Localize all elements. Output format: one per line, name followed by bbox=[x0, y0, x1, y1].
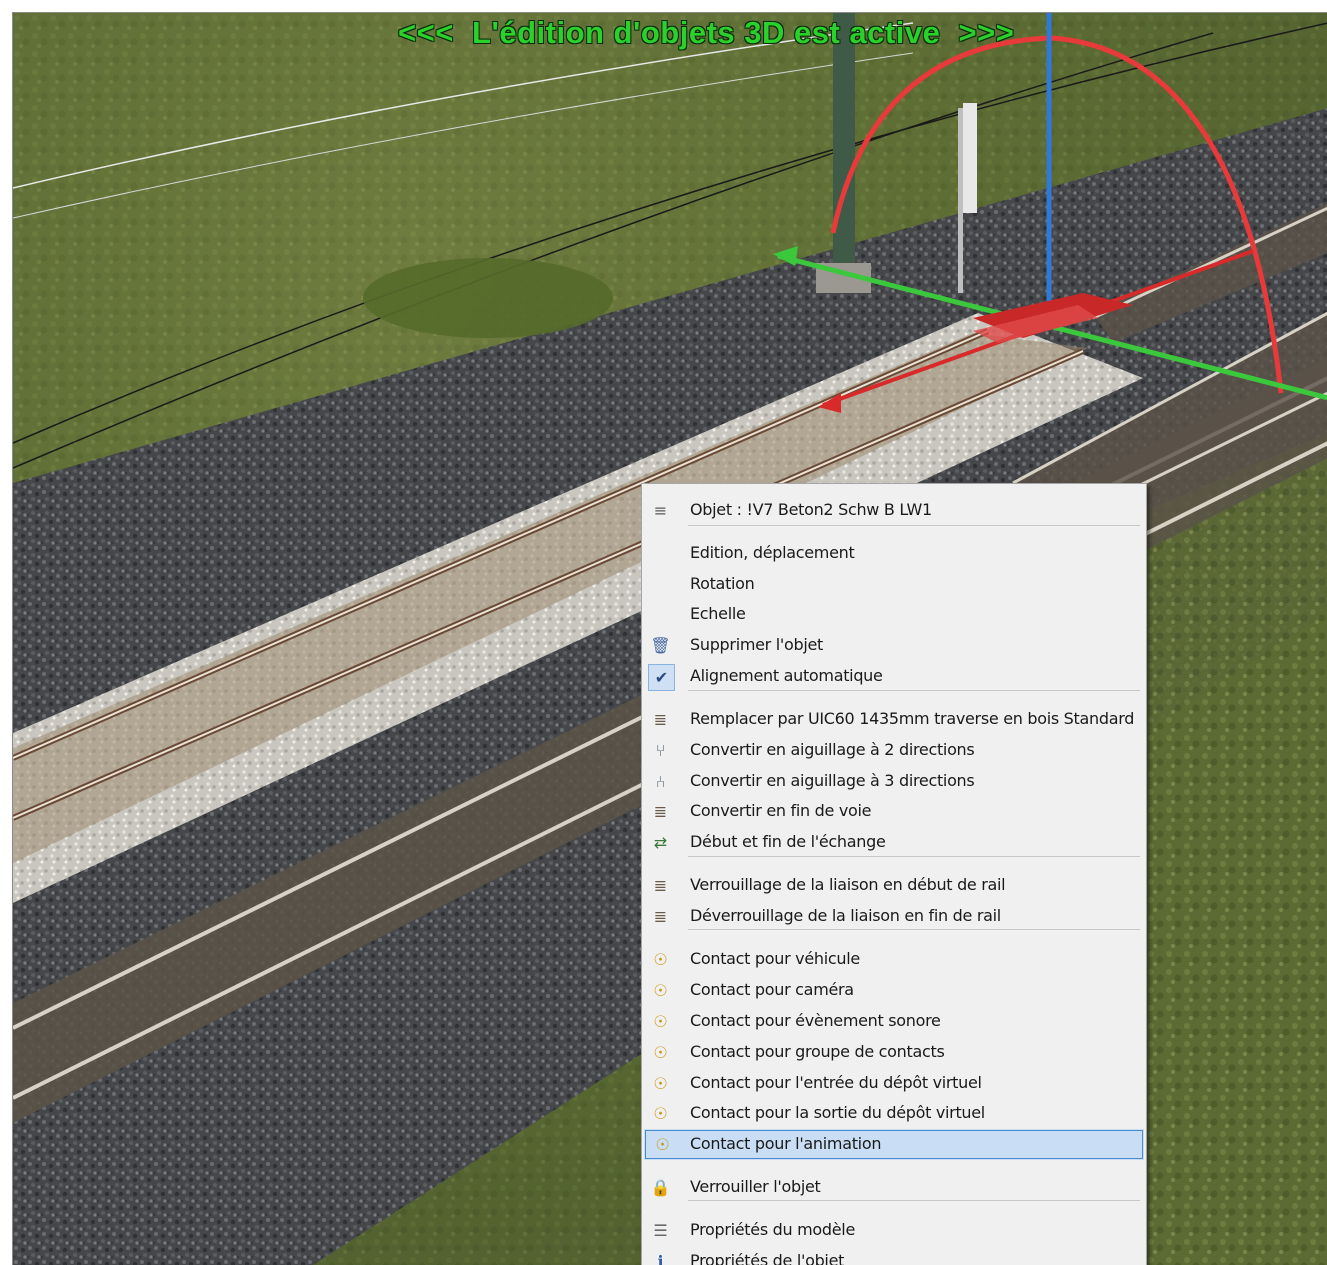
menu-item-label: Propriétés de l'objet bbox=[690, 1251, 845, 1265]
object-properties-icon: ℹ bbox=[657, 1252, 664, 1265]
contact-icon: ☉ bbox=[653, 1043, 668, 1062]
menu-item-label: Alignement automatique bbox=[690, 666, 883, 685]
menu-item[interactable]: ☉ Contact pour véhicule bbox=[642, 944, 1146, 975]
context-menu: ≡ Objet : !V7 Beton2 Schw B LW1 Edition, d… bbox=[641, 483, 1147, 1265]
menu-item[interactable]: ☰ Propriétés du modèle bbox=[642, 1215, 1146, 1246]
menu-item[interactable]: Echelle bbox=[642, 599, 1146, 630]
menu-item-label: Déverrouillage de la liaison en fin de r… bbox=[690, 906, 1001, 925]
edit-mode-banner: <<< L'édition d'objets 3D est active >>> bbox=[398, 15, 1015, 50]
menu-item-label: Supprimer l'objet bbox=[690, 635, 823, 654]
menu-item-label: Convertir en aiguillage à 2 directions bbox=[690, 740, 975, 759]
menu-item-label: Verrouiller l'objet bbox=[690, 1177, 821, 1196]
menu-item[interactable]: 🔒 Verrouiller l'objet bbox=[642, 1172, 1146, 1203]
menu-item-label: Objet : !V7 Beton2 Schw B LW1 bbox=[690, 500, 932, 519]
trash-icon: 🗑 bbox=[650, 636, 671, 655]
menu-item-label: Convertir en fin de voie bbox=[690, 801, 872, 820]
menu-item-label: Contact pour caméra bbox=[690, 980, 854, 999]
catenary-pole bbox=[833, 13, 855, 268]
menu-item[interactable]: ≣ Remplacer par UIC60 1435mm traverse en … bbox=[642, 704, 1146, 735]
contact-icon: ☉ bbox=[653, 1012, 668, 1031]
switch-3way-icon: ⑃ bbox=[655, 772, 666, 791]
menu-item-label: Contact pour l'entrée du dépôt virtuel bbox=[690, 1073, 982, 1092]
switch-2way-icon: ⑂ bbox=[655, 741, 666, 760]
menu-item[interactable]: ⑃ Convertir en aiguillage à 3 directions bbox=[642, 766, 1146, 797]
menu-item[interactable]: ⇄ Début et fin de l'échange bbox=[642, 827, 1146, 858]
menu-item[interactable]: ≣ Convertir en fin de voie bbox=[642, 796, 1146, 827]
sign-post bbox=[958, 108, 963, 293]
menu-item[interactable]: ℹ Propriétés de l'objet bbox=[642, 1246, 1146, 1265]
menu-item-label: Contact pour l'animation bbox=[690, 1134, 882, 1153]
menu-item-label: Edition, déplacement bbox=[690, 543, 855, 562]
checkmark-icon: ✔ bbox=[648, 664, 675, 691]
viewport-frame: <<< L'édition d'objets 3D est active >>>… bbox=[12, 12, 1327, 1265]
menu-item[interactable]: ☉ Contact pour caméra bbox=[642, 975, 1146, 1006]
menu-item-label: Verrouillage de la liaison en début de r… bbox=[690, 875, 1006, 894]
menu-item[interactable]: Rotation bbox=[642, 569, 1146, 600]
menu-item[interactable]: 🗑 Supprimer l'objet bbox=[642, 630, 1146, 661]
menu-item[interactable]: ☉ Contact pour évènement sonore bbox=[642, 1006, 1146, 1037]
menu-item-label: Convertir en aiguillage à 3 directions bbox=[690, 771, 975, 790]
track-exchange-icon: ⇄ bbox=[653, 833, 668, 852]
menu-item[interactable]: ⑂ Convertir en aiguillage à 2 directions bbox=[642, 735, 1146, 766]
menu-item[interactable]: ☉ Contact pour l'animation bbox=[644, 1129, 1144, 1160]
menu-item-label: Remplacer par UIC60 1435mm traverse en b… bbox=[690, 709, 1135, 728]
menu-item[interactable]: ☉ Contact pour l'entrée du dépôt virtuel bbox=[642, 1068, 1146, 1099]
menu-item[interactable]: ≡ Objet : !V7 Beton2 Schw B LW1 bbox=[642, 495, 1146, 526]
contact-icon: ☉ bbox=[655, 1135, 670, 1154]
grass-tuft bbox=[363, 258, 613, 338]
unlock-end-icon: ≣ bbox=[653, 907, 668, 926]
padlock-icon: 🔒 bbox=[650, 1178, 671, 1197]
menu-item-label: Rotation bbox=[690, 574, 755, 593]
model-properties-icon: ☰ bbox=[653, 1221, 668, 1240]
contact-icon: ☉ bbox=[653, 981, 668, 1000]
menu-item[interactable]: ☉ Contact pour groupe de contacts bbox=[642, 1037, 1146, 1068]
menu-item[interactable]: ☉ Contact pour la sortie du dépôt virtuel bbox=[642, 1098, 1146, 1129]
menu-item-label: Contact pour la sortie du dépôt virtuel bbox=[690, 1103, 985, 1122]
menu-item[interactable]: ≣ Déverrouillage de la liaison en fin de … bbox=[642, 901, 1146, 932]
menu-item-label: Contact pour groupe de contacts bbox=[690, 1042, 945, 1061]
menu-item-label: Contact pour véhicule bbox=[690, 949, 860, 968]
track-end-icon: ≣ bbox=[653, 802, 668, 821]
contact-icon: ☉ bbox=[653, 950, 668, 969]
track-info-icon: ≡ bbox=[653, 501, 668, 520]
menu-item-label: Contact pour évènement sonore bbox=[690, 1011, 941, 1030]
menu-item-label: Propriétés du modèle bbox=[690, 1220, 855, 1239]
menu-item[interactable]: ✔ Alignement automatique bbox=[642, 661, 1146, 692]
contact-icon: ☉ bbox=[653, 1104, 668, 1123]
menu-item[interactable]: ≣ Verrouillage de la liaison en début de … bbox=[642, 870, 1146, 901]
lock-start-icon: ≣ bbox=[653, 876, 668, 895]
track-replace-icon: ≣ bbox=[653, 710, 668, 729]
menu-item-label: Début et fin de l'échange bbox=[690, 832, 886, 851]
contact-icon: ☉ bbox=[653, 1074, 668, 1093]
menu-item[interactable]: Edition, déplacement bbox=[642, 538, 1146, 569]
menu-item-label: Echelle bbox=[690, 604, 746, 623]
